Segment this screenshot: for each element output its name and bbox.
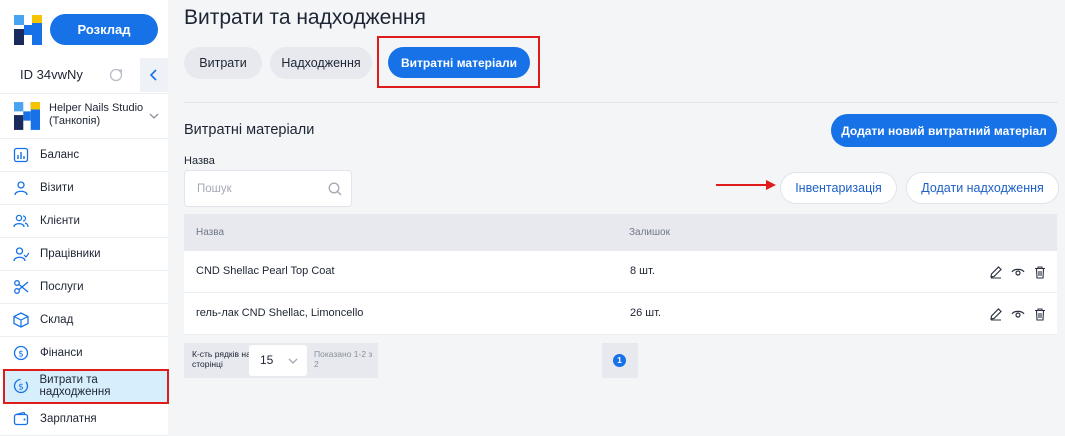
sidebar-item-label: Фінанси [40, 347, 83, 359]
section-title: Витратні матеріали [184, 122, 315, 138]
studio-name: Helper Nails Studio (Танкопія) [49, 102, 144, 127]
chevron-down-icon [288, 358, 298, 364]
collapse-sidebar-button[interactable] [140, 58, 168, 92]
sidebar-item-label: Склад [40, 314, 74, 326]
table-row: гель-лак CND Shellac, Limoncello 26 шт. [184, 293, 1057, 335]
sidebar-item-label: Візити [40, 182, 74, 194]
sidebar-item-label: Баланс [40, 149, 80, 161]
account-id-row: ID 34vwNy [0, 58, 168, 92]
wallet-icon [12, 410, 30, 428]
table-header: Назва Залишок [184, 214, 1057, 251]
studio-selector[interactable]: Helper Nails Studio (Танкопія) [0, 93, 168, 139]
schedule-button[interactable]: Розклад [50, 14, 158, 45]
rows-per-page-select[interactable]: 15 [249, 345, 307, 376]
view-icon[interactable] [1010, 306, 1026, 322]
page-title: Витрати та надходження [184, 6, 426, 29]
sidebar-item-label: Витрати та надходження [39, 374, 111, 398]
search-icon [328, 182, 342, 196]
pagination-pages: 1 [602, 343, 638, 378]
sidebar: Розклад ID 34vwNy Helper Nails Studio (Т… [0, 0, 169, 436]
row-actions [988, 264, 1048, 280]
highlight-box: Витратні матеріали [377, 36, 540, 88]
tab-consumables[interactable]: Витратні матеріали [388, 47, 530, 78]
view-icon[interactable] [1010, 264, 1026, 280]
search-box[interactable] [184, 170, 352, 207]
box-icon [12, 311, 30, 329]
add-consumable-button[interactable]: Додати новий витратний матеріал [831, 114, 1057, 147]
rows-per-page-value: 15 [260, 353, 274, 367]
app-logo-icon [14, 15, 42, 45]
sidebar-item-balance[interactable]: Баланс [0, 139, 168, 172]
shown-count: Показано 1-2 з 2 [314, 349, 373, 369]
sidebar-item-workers[interactable]: Працівники [0, 238, 168, 271]
pagination-settings: К-сть рядків на сторінці 15 Показано 1-2… [184, 343, 378, 378]
main-content: Витрати та надходження Витрати Надходжен… [168, 0, 1065, 436]
sync-icon[interactable] [108, 67, 124, 83]
sidebar-item-services[interactable]: Послуги [0, 271, 168, 304]
svg-text:$: $ [18, 350, 24, 360]
delete-icon[interactable] [1032, 264, 1048, 280]
rows-per-page-label: К-сть рядків на сторінці [192, 349, 251, 369]
row-rest: 26 шт. [630, 307, 661, 319]
tab-income[interactable]: Надходження [270, 47, 372, 79]
divider [184, 102, 1058, 103]
column-header-name: Назва [196, 227, 225, 238]
table-row: CND Shellac Pearl Top Coat 8 шт. [184, 251, 1057, 293]
studio-logo-icon [14, 102, 40, 130]
sidebar-item-label: Зарплатня [40, 413, 97, 425]
sidebar-item-salary[interactable]: Зарплатня [0, 403, 168, 436]
sidebar-nav: Баланс Візити Клієнти Працівники Послуги [0, 139, 169, 436]
row-name: CND Shellac Pearl Top Coat [196, 265, 335, 277]
add-income-button[interactable]: Додати надходження [906, 172, 1059, 204]
search-input[interactable] [197, 180, 317, 198]
sidebar-item-label: Працівники [40, 248, 101, 260]
svg-text:$: $ [18, 383, 24, 393]
edit-icon[interactable] [988, 264, 1004, 280]
page-1-button[interactable]: 1 [613, 354, 626, 367]
arrow-right-icon [716, 180, 776, 190]
users-icon [12, 212, 30, 230]
sidebar-item-expenses-income[interactable]: $ Витрати та надходження [3, 369, 169, 404]
sidebar-item-label: Клієнти [40, 215, 80, 227]
consumables-table: Назва Залишок CND Shellac Pearl Top Coat… [184, 214, 1057, 335]
money-cycle-icon: $ [12, 377, 29, 395]
worker-icon [12, 245, 30, 263]
tab-expenses[interactable]: Витрати [184, 47, 262, 79]
dollar-icon: $ [12, 344, 30, 362]
user-icon [12, 179, 30, 197]
search-label: Назва [184, 155, 215, 167]
sidebar-item-visits[interactable]: Візити [0, 172, 168, 205]
account-id: ID 34vwNy [20, 67, 83, 82]
sidebar-item-label: Послуги [40, 281, 84, 293]
chevron-left-icon [149, 69, 157, 81]
sidebar-item-warehouse[interactable]: Склад [0, 304, 168, 337]
sidebar-item-clients[interactable]: Клієнти [0, 205, 168, 238]
sidebar-item-finance[interactable]: $ Фінанси [0, 337, 168, 370]
row-actions [988, 306, 1048, 322]
edit-icon[interactable] [988, 306, 1004, 322]
inventory-button[interactable]: Інвентаризація [780, 172, 897, 204]
scissors-icon [12, 278, 30, 296]
row-name: гель-лак CND Shellac, Limoncello [196, 307, 364, 319]
logo-row: Розклад [0, 0, 168, 58]
delete-icon[interactable] [1032, 306, 1048, 322]
chevron-down-icon [149, 113, 159, 119]
chart-icon [12, 146, 30, 164]
row-rest: 8 шт. [630, 265, 655, 277]
column-header-rest: Залишок [629, 227, 670, 238]
